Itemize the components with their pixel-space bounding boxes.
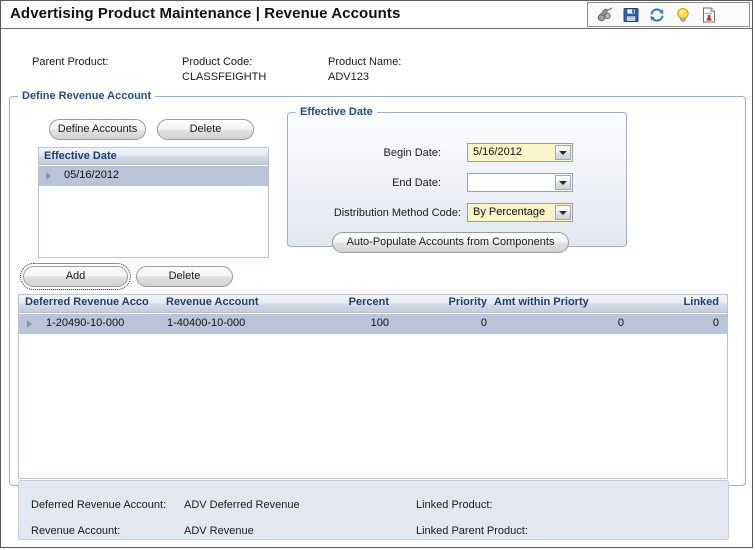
table-row[interactable]: 1-20490-10-000 1-40400-10-000 100 0 0 0 xyxy=(19,314,727,334)
distribution-method-value: By Percentage xyxy=(473,206,546,218)
cell-percent: 100 xyxy=(370,317,389,329)
deferred-revenue-account-value: ADV Deferred Revenue xyxy=(184,499,300,511)
revenue-accounts-grid[interactable]: Deferred Revenue Acco Revenue Account Pe… xyxy=(18,294,728,479)
linked-product-label: Linked Product: xyxy=(416,499,493,511)
product-code-label: Product Code: xyxy=(182,56,253,68)
delete-effective-date-button[interactable]: Delete xyxy=(157,119,254,140)
cell-amt-within-priority: 0 xyxy=(617,317,624,329)
end-date-label: End Date: xyxy=(392,177,441,189)
cell-deferred-revenue-account: 1-20490-10-000 xyxy=(46,317,125,329)
distribution-method-combo[interactable]: By Percentage xyxy=(467,203,573,222)
row-indicator-icon xyxy=(27,320,32,328)
cell-linked: 0 xyxy=(712,317,719,329)
cell-priority: 0 xyxy=(480,317,487,329)
list-item[interactable]: 05/16/2012 xyxy=(39,166,268,186)
column-header-priority[interactable]: Priority xyxy=(407,296,487,308)
report-icon[interactable] xyxy=(700,6,718,24)
cell-revenue-account: 1-40400-10-000 xyxy=(167,317,246,329)
product-code-value: CLASSFEIGHTH xyxy=(182,71,267,83)
page-title: Advertising Product Maintenance | Revenu… xyxy=(10,5,401,22)
column-header-amt-within-priority[interactable]: Amt within Priorty xyxy=(494,296,624,308)
add-button[interactable]: Add xyxy=(20,263,131,290)
product-name-label: Product Name: xyxy=(328,56,402,68)
begin-date-value: 5/16/2012 xyxy=(473,146,522,158)
refresh-icon[interactable] xyxy=(648,6,666,24)
column-header-percent[interactable]: Percent xyxy=(299,296,389,308)
parent-product-label: Parent Product: xyxy=(32,56,109,68)
effective-date-legend: Effective Date xyxy=(296,106,377,118)
binoculars-icon[interactable] xyxy=(596,6,614,24)
lightbulb-icon[interactable] xyxy=(674,6,692,24)
application-window: Advertising Product Maintenance | Revenu… xyxy=(0,0,753,548)
grid-header-row: Deferred Revenue Acco Revenue Account Pe… xyxy=(19,295,727,313)
column-header-linked[interactable]: Linked xyxy=(619,296,719,308)
effective-date-value: 05/16/2012 xyxy=(64,169,120,181)
linked-parent-product-label: Linked Parent Product: xyxy=(416,525,528,537)
define-accounts-button[interactable]: Define Accounts xyxy=(49,119,146,140)
effective-date-list[interactable]: Effective Date 05/16/2012 xyxy=(38,147,269,258)
revenue-account-value: ADV Revenue xyxy=(184,525,254,537)
column-header-deferred-revenue-account[interactable]: Deferred Revenue Acco xyxy=(25,296,165,308)
define-revenue-account-legend: Define Revenue Account xyxy=(18,90,156,102)
distribution-method-label: Distribution Method Code: xyxy=(333,207,461,219)
deferred-revenue-account-label: Deferred Revenue Account: xyxy=(31,499,167,511)
auto-populate-accounts-button[interactable]: Auto-Populate Accounts from Components xyxy=(332,232,569,253)
summary-footer: Deferred Revenue Account: ADV Deferred R… xyxy=(18,480,729,540)
revenue-account-label: Revenue Account: xyxy=(31,525,121,537)
product-name-value: ADV123 xyxy=(328,71,369,83)
save-icon[interactable] xyxy=(622,6,640,24)
effective-date-column-header: Effective Date xyxy=(39,148,268,165)
end-date-combo[interactable] xyxy=(467,173,573,192)
delete-account-button[interactable]: Delete xyxy=(136,266,233,287)
begin-date-combo[interactable]: 5/16/2012 xyxy=(467,143,573,162)
chevron-down-icon[interactable] xyxy=(555,175,571,190)
column-header-revenue-account[interactable]: Revenue Account xyxy=(166,296,296,308)
chevron-down-icon[interactable] xyxy=(555,205,571,220)
begin-date-label: Begin Date: xyxy=(383,147,441,159)
row-indicator-icon xyxy=(46,172,51,180)
title-bar: Advertising Product Maintenance | Revenu… xyxy=(1,1,752,29)
chevron-down-icon[interactable] xyxy=(555,145,571,160)
toolbar xyxy=(587,2,750,27)
